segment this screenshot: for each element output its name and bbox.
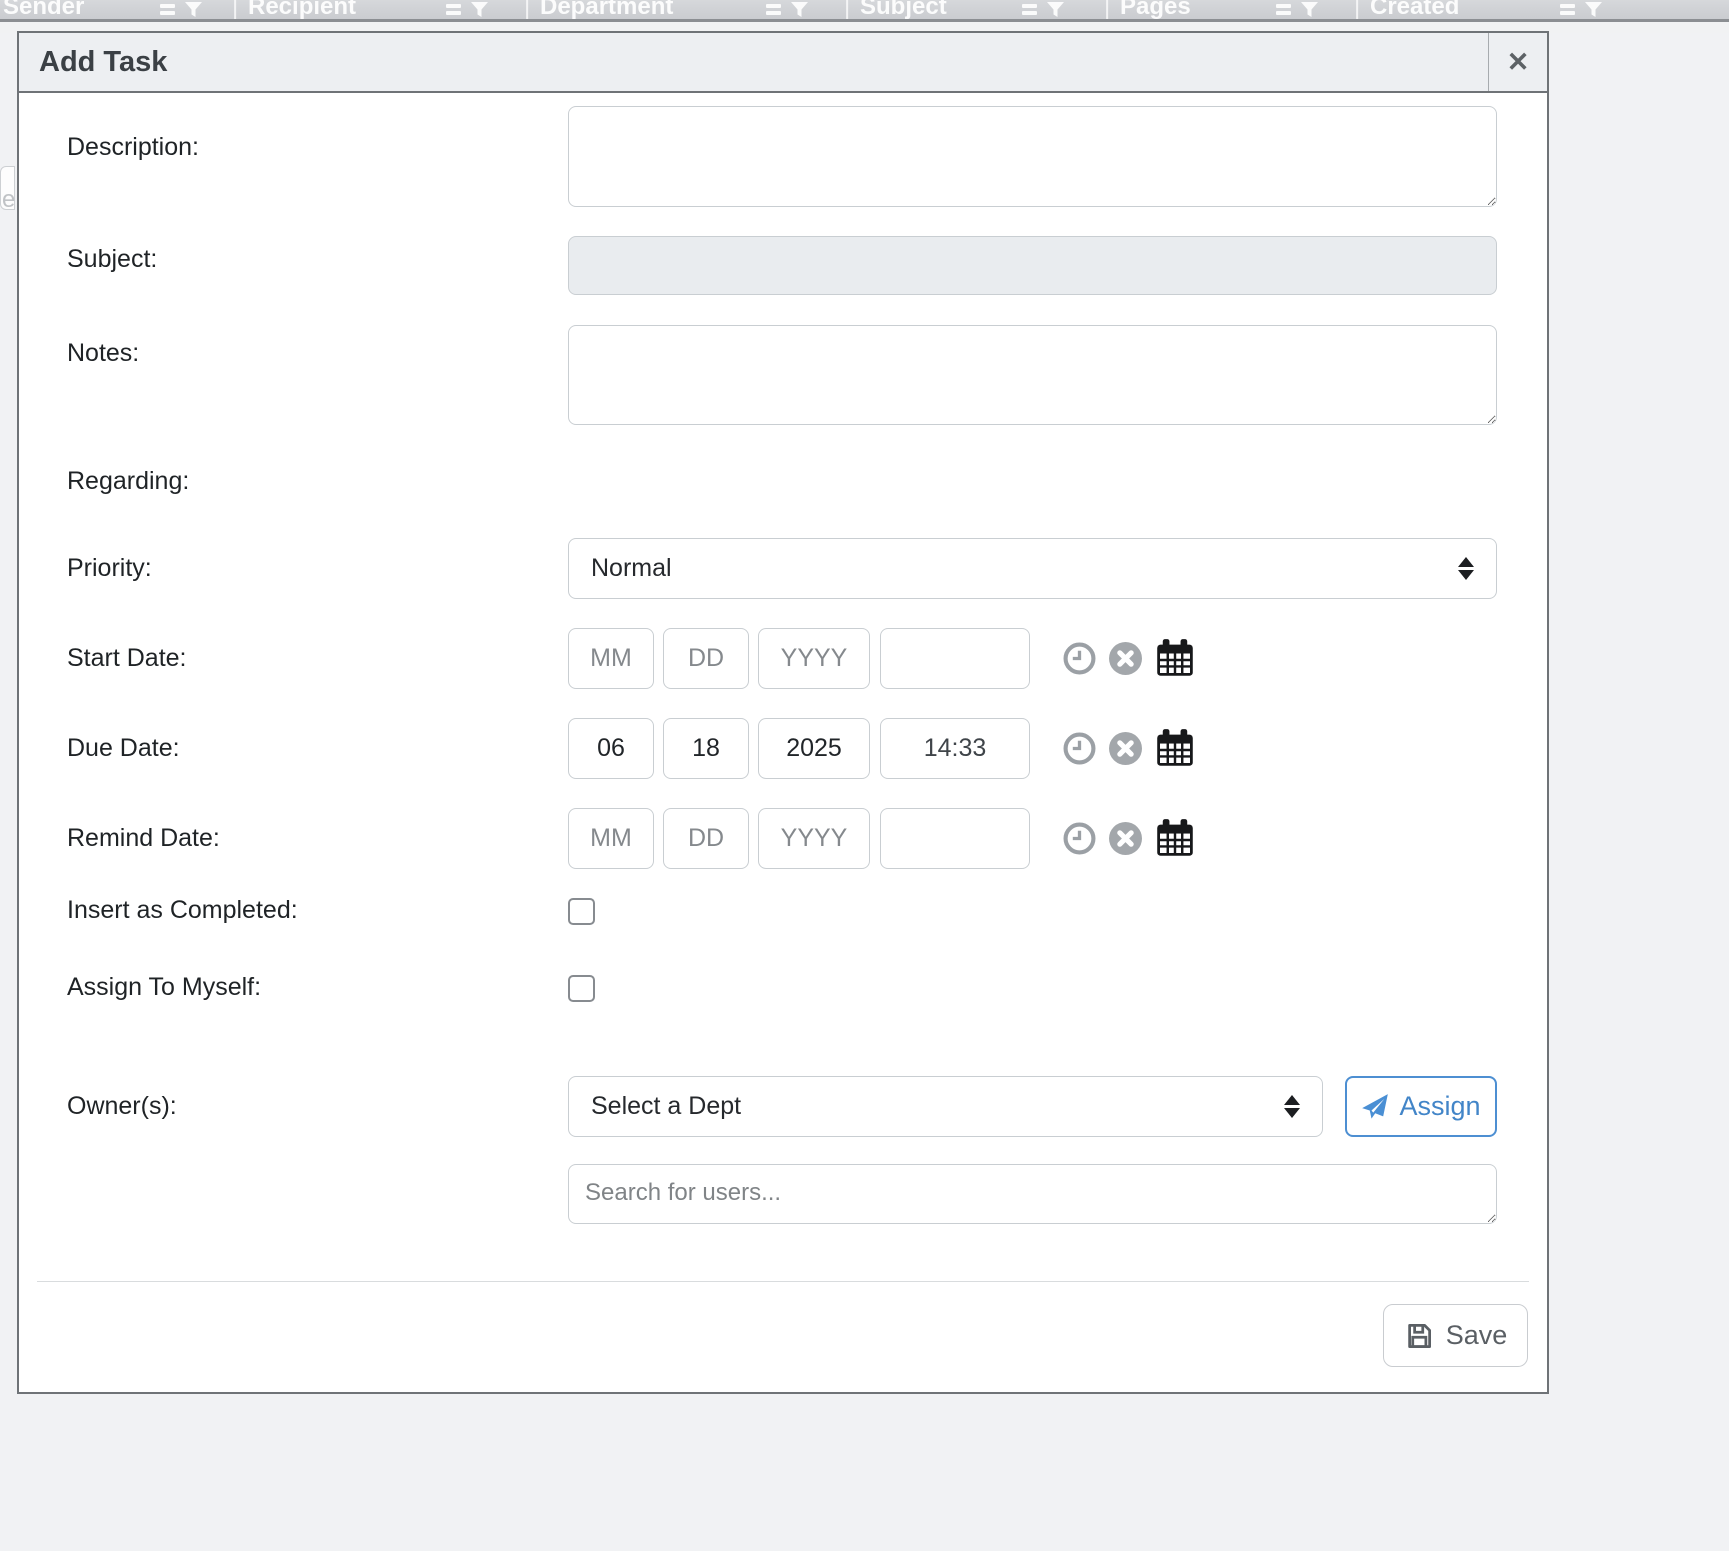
due-clear-icon[interactable] <box>1109 732 1142 765</box>
user-search-textarea[interactable] <box>568 1164 1497 1224</box>
sort-icon <box>1276 4 1291 15</box>
start-date-label: Start Date: <box>67 644 187 673</box>
remind-clear-icon[interactable] <box>1109 822 1142 855</box>
subject-label: Subject: <box>67 245 157 274</box>
insert-completed-label: Insert as Completed: <box>67 896 298 925</box>
bg-header-icons <box>1022 2 1064 17</box>
due-year-input[interactable] <box>758 718 870 779</box>
description-textarea[interactable] <box>568 106 1497 207</box>
select-arrows-icon <box>1458 557 1474 580</box>
due-date-label: Due Date: <box>67 734 180 763</box>
start-year-input[interactable] <box>758 628 870 689</box>
start-calendar-icon[interactable] <box>1155 638 1195 678</box>
background-table-header: Sender Recipient Department Subject Page… <box>0 0 1729 19</box>
due-clock-icon[interactable] <box>1063 732 1096 765</box>
due-day-input[interactable] <box>663 718 749 779</box>
start-month-input[interactable] <box>568 628 654 689</box>
column-separator: | <box>844 0 850 19</box>
assign-button[interactable]: Assign <box>1345 1076 1497 1137</box>
save-button[interactable]: Save <box>1383 1304 1528 1367</box>
filter-funnel-icon <box>185 2 202 17</box>
remind-month-input[interactable] <box>568 808 654 869</box>
sort-icon <box>1560 4 1575 15</box>
column-separator: | <box>1104 0 1110 19</box>
close-icon: ✕ <box>1507 47 1530 78</box>
notes-textarea[interactable] <box>568 325 1497 425</box>
priority-label: Priority: <box>67 554 152 583</box>
insert-completed-checkbox[interactable] <box>568 898 595 925</box>
remind-year-input[interactable] <box>758 808 870 869</box>
filter-funnel-icon <box>1047 2 1064 17</box>
due-time-input[interactable] <box>880 718 1030 779</box>
bg-header-icons <box>160 2 202 17</box>
column-separator: | <box>1354 0 1360 19</box>
bg-header-icons <box>766 2 808 17</box>
filter-funnel-icon <box>791 2 808 17</box>
due-calendar-icon[interactable] <box>1155 728 1195 768</box>
due-month-input[interactable] <box>568 718 654 779</box>
sort-icon <box>766 4 781 15</box>
assign-myself-label: Assign To Myself: <box>67 973 261 1002</box>
assign-button-label: Assign <box>1399 1091 1480 1122</box>
filter-funnel-icon <box>1585 2 1602 17</box>
bg-column-pages: Pages <box>1120 0 1191 19</box>
modal-title: Add Task <box>19 33 1488 91</box>
start-clock-icon[interactable] <box>1063 642 1096 675</box>
priority-select[interactable]: Normal <box>568 538 1497 599</box>
start-time-input[interactable] <box>880 628 1030 689</box>
sort-icon <box>446 4 461 15</box>
filter-funnel-icon <box>471 2 488 17</box>
sort-icon <box>1022 4 1037 15</box>
remind-date-label: Remind Date: <box>67 824 220 853</box>
modal-header: Add Task ✕ <box>19 33 1547 93</box>
bg-column-department: Department <box>540 0 673 19</box>
department-select[interactable]: Select a Dept <box>568 1076 1323 1137</box>
bg-column-recipient: Recipient <box>248 0 356 19</box>
remind-calendar-icon[interactable] <box>1155 818 1195 858</box>
department-select-value: Select a Dept <box>591 1092 1284 1121</box>
floppy-disk-icon <box>1404 1321 1434 1351</box>
owners-label: Owner(s): <box>67 1092 177 1121</box>
bg-header-icons <box>1276 2 1318 17</box>
start-clear-icon[interactable] <box>1109 642 1142 675</box>
priority-select-value: Normal <box>591 554 1458 583</box>
remind-clock-icon[interactable] <box>1063 822 1096 855</box>
remind-day-input[interactable] <box>663 808 749 869</box>
modal-body: Description: Subject: Notes: Regarding: … <box>19 93 1547 1392</box>
bg-partial-text: e <box>2 186 15 214</box>
column-separator: | <box>232 0 238 19</box>
sort-icon <box>160 4 175 15</box>
notes-label: Notes: <box>67 339 139 368</box>
close-button[interactable]: ✕ <box>1488 33 1547 91</box>
bg-column-subject: Subject <box>860 0 947 19</box>
bg-column-sender: Sender <box>3 0 84 19</box>
regarding-label: Regarding: <box>67 467 189 496</box>
description-label: Description: <box>67 133 199 162</box>
assign-myself-checkbox[interactable] <box>568 975 595 1002</box>
remind-time-input[interactable] <box>880 808 1030 869</box>
bg-header-icons <box>1560 2 1602 17</box>
save-button-label: Save <box>1446 1320 1508 1351</box>
add-task-modal: Add Task ✕ Description: Subject: Notes: … <box>17 31 1549 1394</box>
select-arrows-icon <box>1284 1095 1300 1118</box>
start-day-input[interactable] <box>663 628 749 689</box>
bg-column-created: Created <box>1370 0 1459 19</box>
bg-header-icons <box>446 2 488 17</box>
paper-plane-icon <box>1361 1093 1389 1121</box>
filter-funnel-icon <box>1301 2 1318 17</box>
footer-divider <box>37 1281 1529 1282</box>
column-separator: | <box>524 0 530 19</box>
subject-input <box>568 236 1497 295</box>
